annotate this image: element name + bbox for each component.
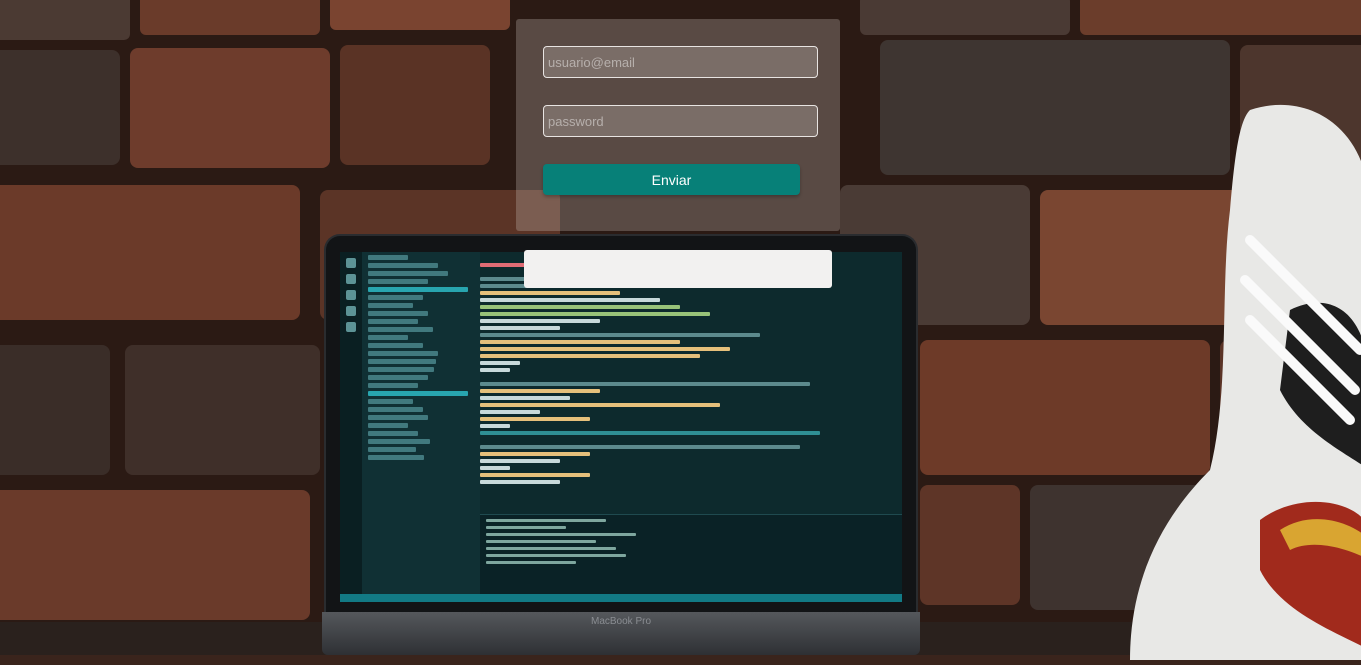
- editor-activity-bar: [340, 252, 362, 602]
- submit-button[interactable]: Enviar: [543, 164, 800, 195]
- laptop-brand-label: MacBook Pro: [590, 616, 652, 627]
- password-input[interactable]: [543, 105, 818, 137]
- editor-code-area: [480, 260, 890, 510]
- editor-status-bar: [340, 594, 902, 602]
- username-input[interactable]: [543, 46, 818, 78]
- laptop-screen-frame: [326, 236, 916, 612]
- editor-file-explorer: [362, 252, 480, 602]
- code-editor-screen: [340, 252, 902, 602]
- login-panel: Enviar: [516, 19, 840, 231]
- message-box: [524, 250, 832, 288]
- editor-terminal-panel: [480, 514, 902, 595]
- laptop: MacBook Pro: [322, 236, 920, 655]
- sneaker-image: [1130, 90, 1361, 660]
